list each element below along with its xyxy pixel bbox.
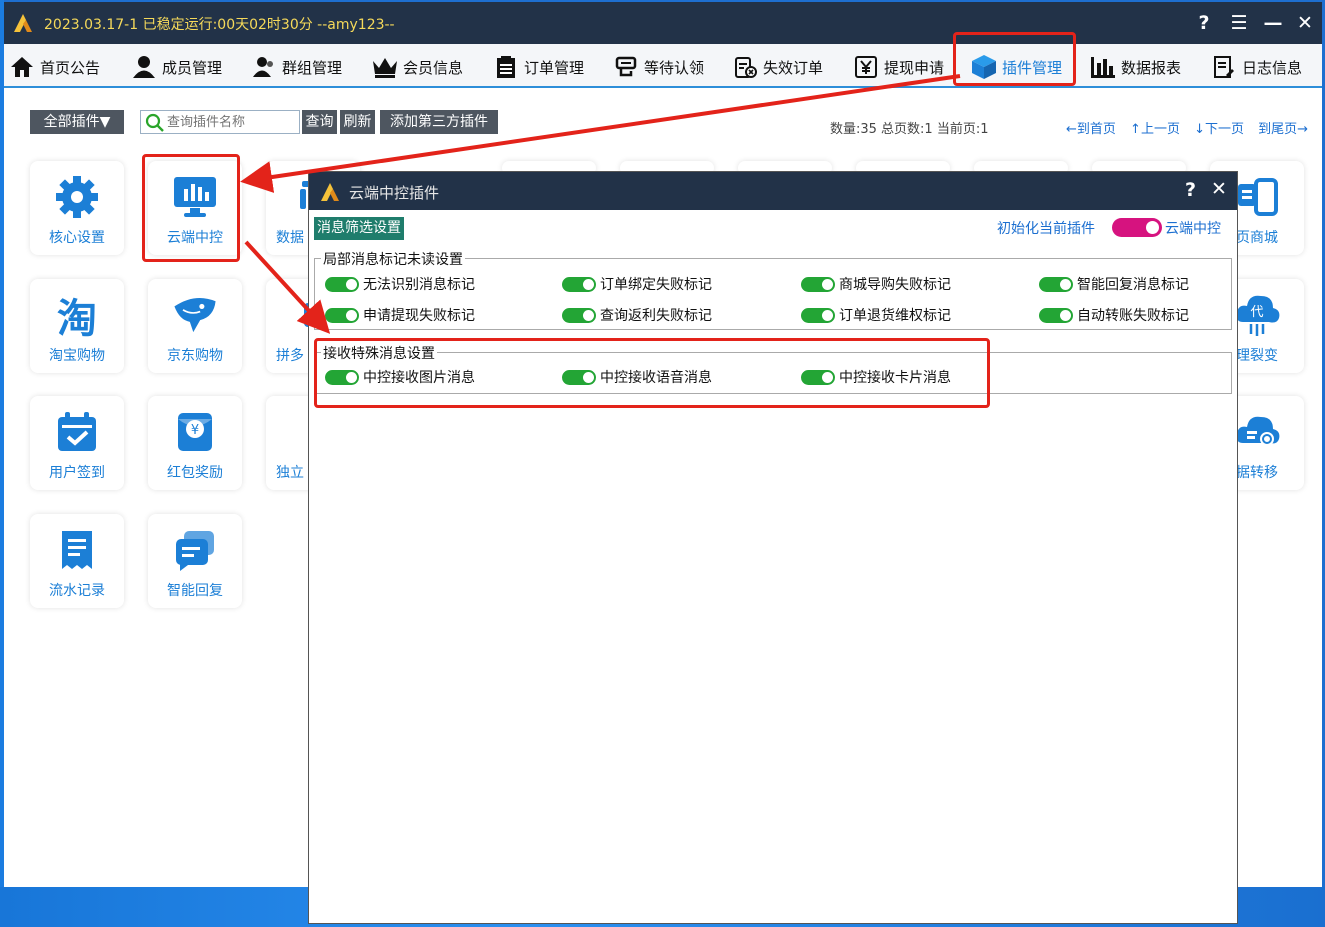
arrow-tile-to-group [244,240,331,334]
annotation-arrows [240,74,961,334]
arrow-nav-to-tile [240,74,961,193]
